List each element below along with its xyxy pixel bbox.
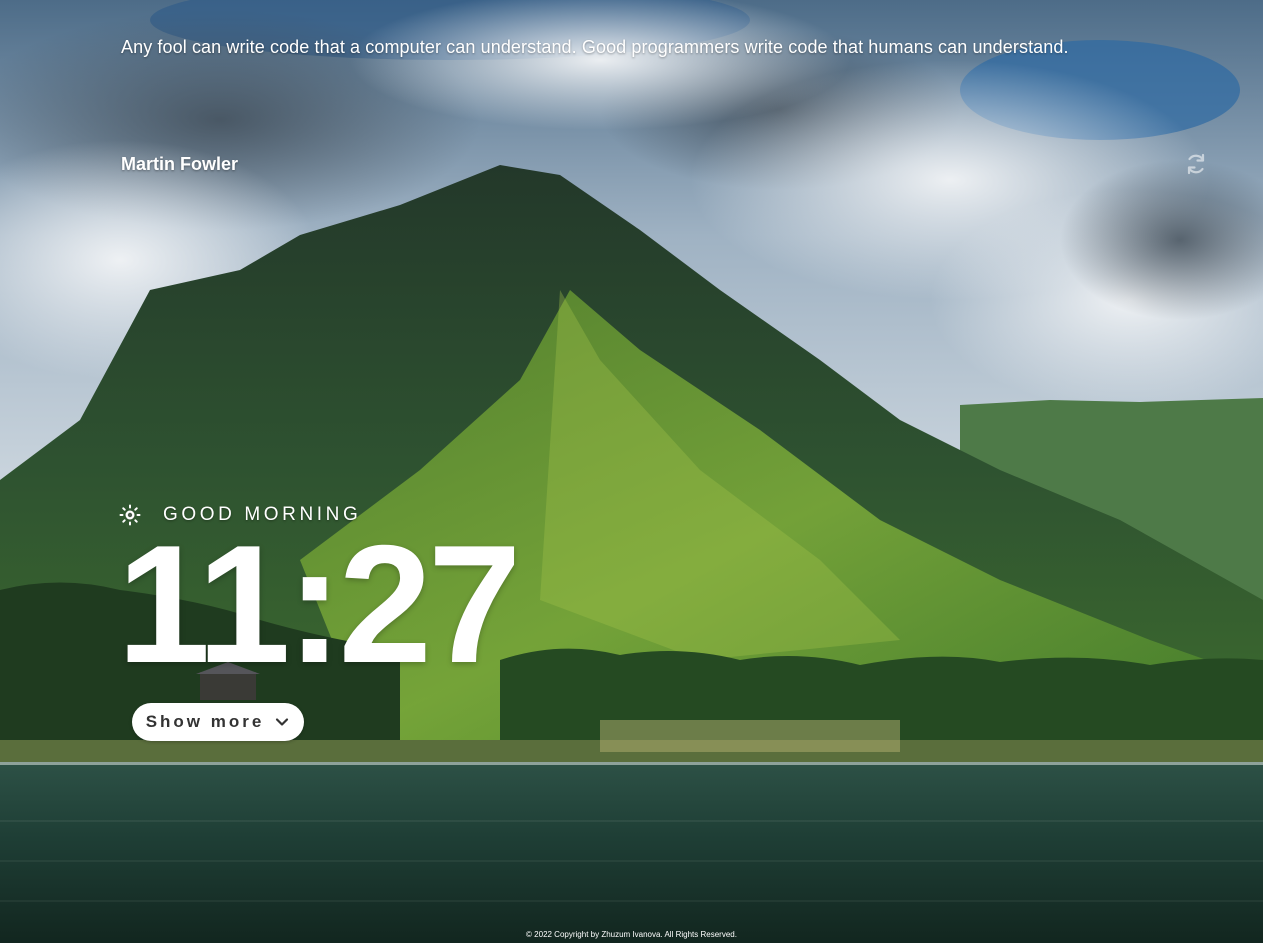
footer-copyright: © 2022 Copyright by Zhuzum Ivanova. All …: [526, 930, 737, 939]
quote-author: Martin Fowler: [121, 154, 239, 174]
clock-time: 11:27: [117, 510, 521, 698]
show-more-button[interactable]: Show more: [132, 703, 304, 741]
background-image: [0, 0, 1263, 943]
refresh-icon[interactable]: [1184, 152, 1208, 176]
quote-text: Any fool can write code that a computer …: [121, 37, 1069, 57]
chevron-down-icon: [276, 718, 289, 726]
show-more-label: Show more: [145, 712, 265, 731]
